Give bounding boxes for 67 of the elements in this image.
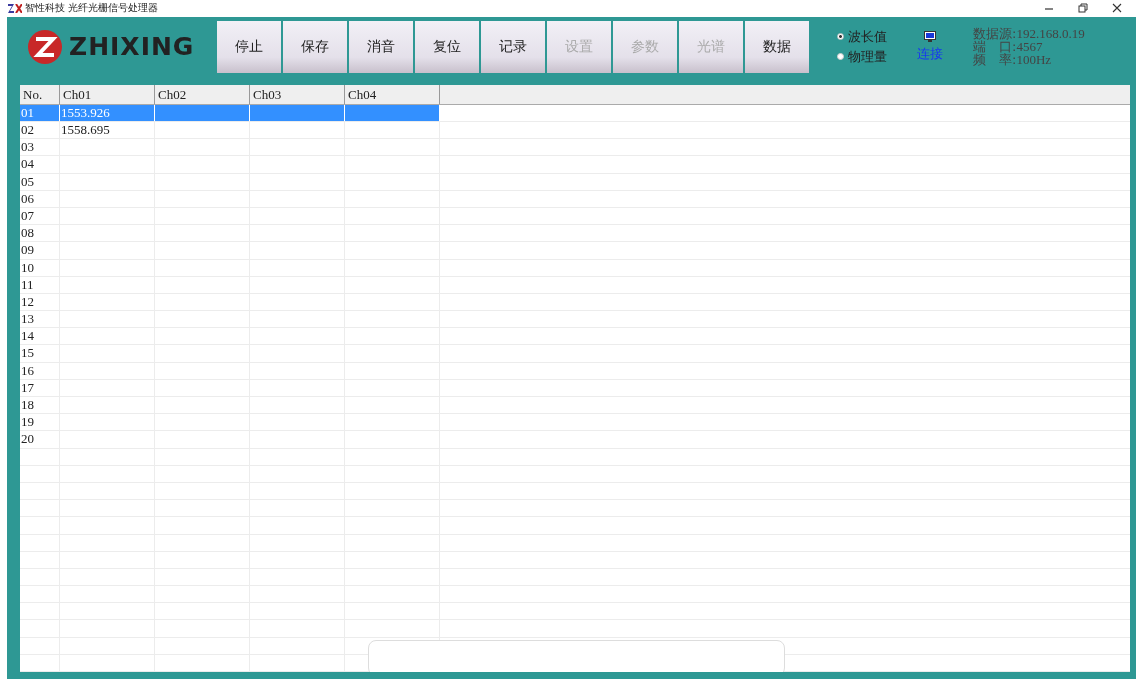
monitor-icon[interactable] — [924, 30, 936, 42]
table-row[interactable]: 18 — [20, 397, 1130, 415]
table-row[interactable]: 12 — [20, 293, 1130, 312]
table-cell: 1553.926 — [60, 104, 155, 121]
column-header[interactable]: No. — [20, 84, 60, 104]
table-cell: 15 — [20, 345, 60, 362]
table-row[interactable]: 02 1558.695 — [20, 122, 1130, 140]
table-row[interactable]: 13 — [20, 311, 1130, 329]
toolbar-button[interactable]: 停止 — [217, 20, 281, 73]
radio-label[interactable]: 物理量 — [848, 47, 887, 66]
table-cell: 12 — [20, 293, 60, 311]
table-cell: 06 — [20, 190, 60, 207]
toolbar-button[interactable]: 数据 — [745, 20, 809, 73]
column-header[interactable]: Ch03 — [250, 84, 345, 104]
table-cell: 19 — [20, 414, 60, 431]
column-header[interactable]: Ch02 — [155, 84, 250, 104]
table-cell: 02 — [20, 122, 60, 139]
table-cell: 10 — [20, 259, 60, 276]
app-icon — [8, 3, 22, 13]
window-title: 智性科技 光纤光栅信号处理器 — [25, 1, 159, 16]
radio-button[interactable] — [837, 53, 844, 61]
info-label: 频 率: — [973, 52, 1017, 68]
restore-icon[interactable] — [1078, 3, 1088, 14]
table-row[interactable]: 09 — [20, 242, 1130, 260]
radio-button[interactable] — [837, 33, 844, 41]
table-cell: 07 — [20, 207, 60, 225]
logo-icon — [27, 28, 63, 65]
close-icon[interactable] — [1112, 3, 1122, 14]
table-cell: 18 — [20, 397, 60, 414]
table-row[interactable]: 08 — [20, 225, 1130, 243]
table-cell: 1558.695 — [60, 122, 155, 139]
table-row[interactable]: 16 — [20, 362, 1130, 380]
table-cell: 01 — [20, 104, 60, 121]
table-row[interactable]: 20 — [20, 431, 1130, 449]
radio-label[interactable]: 波长值 — [848, 27, 887, 46]
table-cell: 05 — [20, 173, 60, 190]
table-row[interactable]: 05 — [20, 173, 1130, 191]
table-cell: 17 — [20, 379, 60, 396]
table-row[interactable]: 10 — [20, 259, 1130, 277]
table-row[interactable]: 07 — [20, 207, 1130, 226]
info-value: 100Hz — [1016, 52, 1052, 68]
table-cell: 14 — [20, 328, 60, 345]
table-cell: 16 — [20, 362, 60, 379]
table-cell: 13 — [20, 311, 60, 328]
table-cell: 08 — [20, 225, 60, 242]
toolbar-button[interactable]: 记录 — [481, 20, 545, 73]
toolbar-button[interactable]: 复位 — [415, 20, 479, 73]
info-value: 192.168.0.19 — [1016, 26, 1085, 42]
toolbar-button[interactable]: 保存 — [283, 20, 347, 73]
table-row[interactable]: 03 — [20, 139, 1130, 157]
column-header[interactable]: Ch01 — [60, 84, 155, 104]
table-cell: 11 — [20, 276, 60, 293]
column-header[interactable]: Ch04 — [345, 84, 440, 104]
info-value: 4567 — [1016, 39, 1043, 55]
table-row[interactable]: 19 — [20, 414, 1130, 432]
table-row[interactable]: 06 — [20, 190, 1130, 208]
toolbar-button[interactable]: 消音 — [349, 20, 413, 73]
table-row[interactable]: 17 — [20, 379, 1130, 397]
logo-text: ZHIXING — [69, 32, 195, 62]
table-cell: 09 — [20, 242, 60, 259]
table-row[interactable]: 14 — [20, 328, 1130, 346]
table-row[interactable]: 11 — [20, 276, 1130, 294]
table-cell: 20 — [20, 431, 60, 448]
table-row[interactable]: 04 — [20, 156, 1130, 174]
table-row[interactable]: 15 — [20, 345, 1130, 363]
table-cell: 03 — [20, 139, 60, 156]
table-cell: 04 — [20, 156, 60, 173]
